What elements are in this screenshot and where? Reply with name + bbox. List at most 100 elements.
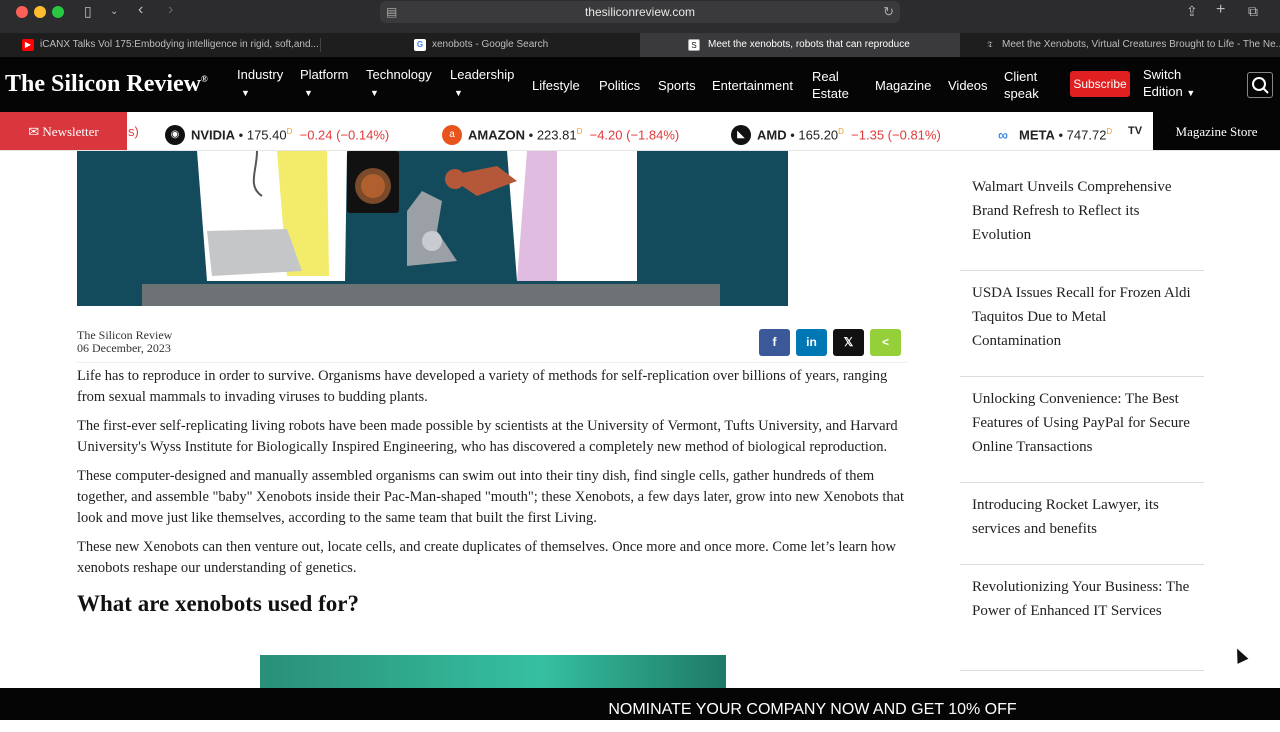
nav-leadership[interactable]: Leadership ▼ <box>450 66 514 102</box>
nav-entertainment[interactable]: Entertainment <box>712 77 793 94</box>
forward-icon[interactable]: › <box>168 1 173 19</box>
search-button[interactable] <box>1247 72 1273 98</box>
amazon-logo-icon: a <box>442 124 462 145</box>
nav-client-speak[interactable]: Client speak <box>1004 68 1039 102</box>
nav-label: Lifestyle <box>532 78 580 93</box>
nav-label: Leadership <box>450 67 515 82</box>
ticker-price: 165.20 <box>798 127 839 143</box>
caret-down-icon: ▼ <box>454 88 463 98</box>
new-tab-icon[interactable]: + <box>1216 1 1225 19</box>
magazine-store-button[interactable]: Magazine Store <box>1153 112 1280 150</box>
ticker-change: −4.20 (−1.84%) <box>589 127 680 143</box>
google-icon: G <box>414 39 426 51</box>
site-logo[interactable]: The Silicon Review® <box>5 71 208 98</box>
tab-icanx[interactable]: ▶ iCANX Talks Vol 175:Embodying intellig… <box>18 33 318 57</box>
ticker-item-amd[interactable]: ◣ AMD • 165.20D −1.35 (−0.81%) <box>731 112 941 150</box>
nav-label: Real <box>812 69 839 84</box>
divider <box>960 564 1204 565</box>
nav-politics[interactable]: Politics <box>599 77 640 94</box>
nav-label-line2: Edition <box>1143 84 1183 99</box>
nav-switch-edition[interactable]: Switch Edition ▼ <box>1143 66 1195 102</box>
ticker-badge: D <box>838 127 844 136</box>
share-x-button[interactable]: 𝕏 <box>833 329 864 356</box>
amd-logo-icon: ◣ <box>731 124 751 145</box>
stock-ticker: s) ◉ NVIDIA • 175.40D −0.24 (−0.14%) a AMA… <box>0 112 1280 151</box>
sidebar-item-walmart[interactable]: Walmart Unveils Comprehensive Brand Refr… <box>960 175 1204 247</box>
newsletter-button[interactable]: ✉ Newsletter <box>0 112 127 150</box>
mouse-cursor-icon <box>1231 646 1249 664</box>
tab-nyt[interactable]: 𝔗 Meet the Xenobots, Virtual Creatures B… <box>980 33 1280 57</box>
ticker-price: 223.81 <box>536 127 577 143</box>
tab-title: Meet the Xenobots, Virtual Creatures Bro… <box>1002 39 1280 50</box>
nav-lifestyle[interactable]: Lifestyle <box>532 77 580 94</box>
reload-icon[interactable]: ↻ <box>883 1 894 23</box>
nav-label: Technology <box>366 67 432 82</box>
nav-technology[interactable]: Technology ▼ <box>366 66 432 102</box>
article-paragraph: These new Xenobots can then venture out,… <box>77 539 896 576</box>
divider <box>960 270 1204 271</box>
logo-text: The Silicon Review <box>5 71 201 97</box>
ticker-symbol: AMD <box>757 127 787 143</box>
zoom-window-button[interactable] <box>52 6 64 18</box>
ticker-badge: D <box>1106 127 1113 136</box>
article-hero-image <box>77 151 788 306</box>
tradingview-icon[interactable]: TV <box>1128 112 1142 150</box>
registered-mark: ® <box>201 74 208 84</box>
tab-bar: ▶ iCANX Talks Vol 175:Embodying intellig… <box>0 33 1280 57</box>
ticker-item-nvidia[interactable]: ◉ NVIDIA • 175.40D −0.24 (−0.14%) <box>165 112 390 150</box>
share-more-button[interactable]: < <box>870 329 901 356</box>
share-linkedin-button[interactable]: in <box>796 329 827 356</box>
address-bar[interactable]: ▤ thesiliconreview.com ↻ <box>380 1 900 23</box>
minimize-window-button[interactable] <box>34 6 46 18</box>
nav-real-estate[interactable]: Real Estate <box>812 68 849 102</box>
close-window-button[interactable] <box>16 6 28 18</box>
back-icon[interactable]: ‹ <box>138 1 143 19</box>
share-icon[interactable]: ⇪ <box>1186 3 1198 20</box>
meta-logo-icon: ∞ <box>993 124 1013 145</box>
nav-sports[interactable]: Sports <box>658 77 696 94</box>
facebook-icon: f <box>772 335 777 349</box>
article-heading: What are xenobots used for? <box>77 591 359 616</box>
ticker-badge: D <box>286 127 293 136</box>
divider <box>960 670 1204 671</box>
ticker-badge: D <box>576 127 583 136</box>
sidebar-item-usda[interactable]: USDA Issues Recall for Frozen Aldi Taqui… <box>960 281 1204 353</box>
tab-google-search[interactable]: G xenobots - Google Search <box>410 33 630 57</box>
sidebar-item-rocket-lawyer[interactable]: Introducing Rocket Lawyer, its services … <box>960 493 1204 541</box>
caret-down-icon: ▼ <box>241 88 250 98</box>
subscribe-button[interactable]: Subscribe <box>1070 71 1130 97</box>
ticker-change: −1.35 (−0.81%) <box>851 127 941 143</box>
sidebar-item-paypal[interactable]: Unlocking Convenience: The Best Features… <box>960 387 1204 459</box>
ticker-item-amazon[interactable]: a AMAZON • 223.81D −4.20 (−1.84%) <box>442 112 680 150</box>
ticker-symbol: NVIDIA <box>191 127 236 143</box>
divider <box>960 376 1204 377</box>
nav-magazine[interactable]: Magazine <box>875 77 931 94</box>
ticker-item-meta[interactable]: ∞ META • 747.72D <box>993 112 1113 150</box>
chevron-down-icon[interactable]: ⌄ <box>110 6 118 17</box>
nav-label: Magazine <box>875 78 932 93</box>
tab-title: Meet the xenobots, robots that can repro… <box>708 39 910 50</box>
ticker-symbol: META <box>1019 127 1055 143</box>
share-facebook-button[interactable]: f <box>759 329 790 356</box>
tab-xenobots-active[interactable]: S Meet the xenobots, robots that can rep… <box>640 33 960 57</box>
sidebar-icon[interactable]: ▯ <box>84 3 92 20</box>
article-paragraph: The first-ever self-replicating living r… <box>77 418 898 455</box>
nav-videos[interactable]: Videos <box>948 77 988 94</box>
article-paragraph: Life has to reproduce in order to surviv… <box>77 368 888 405</box>
article-inline-image <box>260 655 726 690</box>
nav-platform[interactable]: Platform ▼ <box>300 66 348 102</box>
nav-label: Sports <box>658 78 696 93</box>
nav-industry[interactable]: Industry ▼ <box>237 66 283 102</box>
nyt-icon: 𝔗 <box>984 39 996 51</box>
site-nav: The Silicon Review® Industry ▼ Platform ▼ … <box>0 57 1280 112</box>
page-menu-icon[interactable]: ▤ <box>386 1 397 23</box>
ticker-change: −0.24 (−0.14%) <box>299 127 390 143</box>
newsletter-label: Newsletter <box>42 124 99 139</box>
nav-label: Platform <box>300 67 349 82</box>
tab-overview-icon[interactable]: ⧉ <box>1248 3 1258 20</box>
nav-label: Entertainment <box>712 78 793 93</box>
sidebar-item-it-services[interactable]: Revolutionizing Your Business: The Power… <box>960 575 1204 623</box>
nvidia-logo-icon: ◉ <box>165 124 185 145</box>
nominate-banner[interactable]: NOMINATE YOUR COMPANY NOW AND GET 10% OF… <box>0 688 1280 720</box>
x-icon: 𝕏 <box>843 335 854 349</box>
